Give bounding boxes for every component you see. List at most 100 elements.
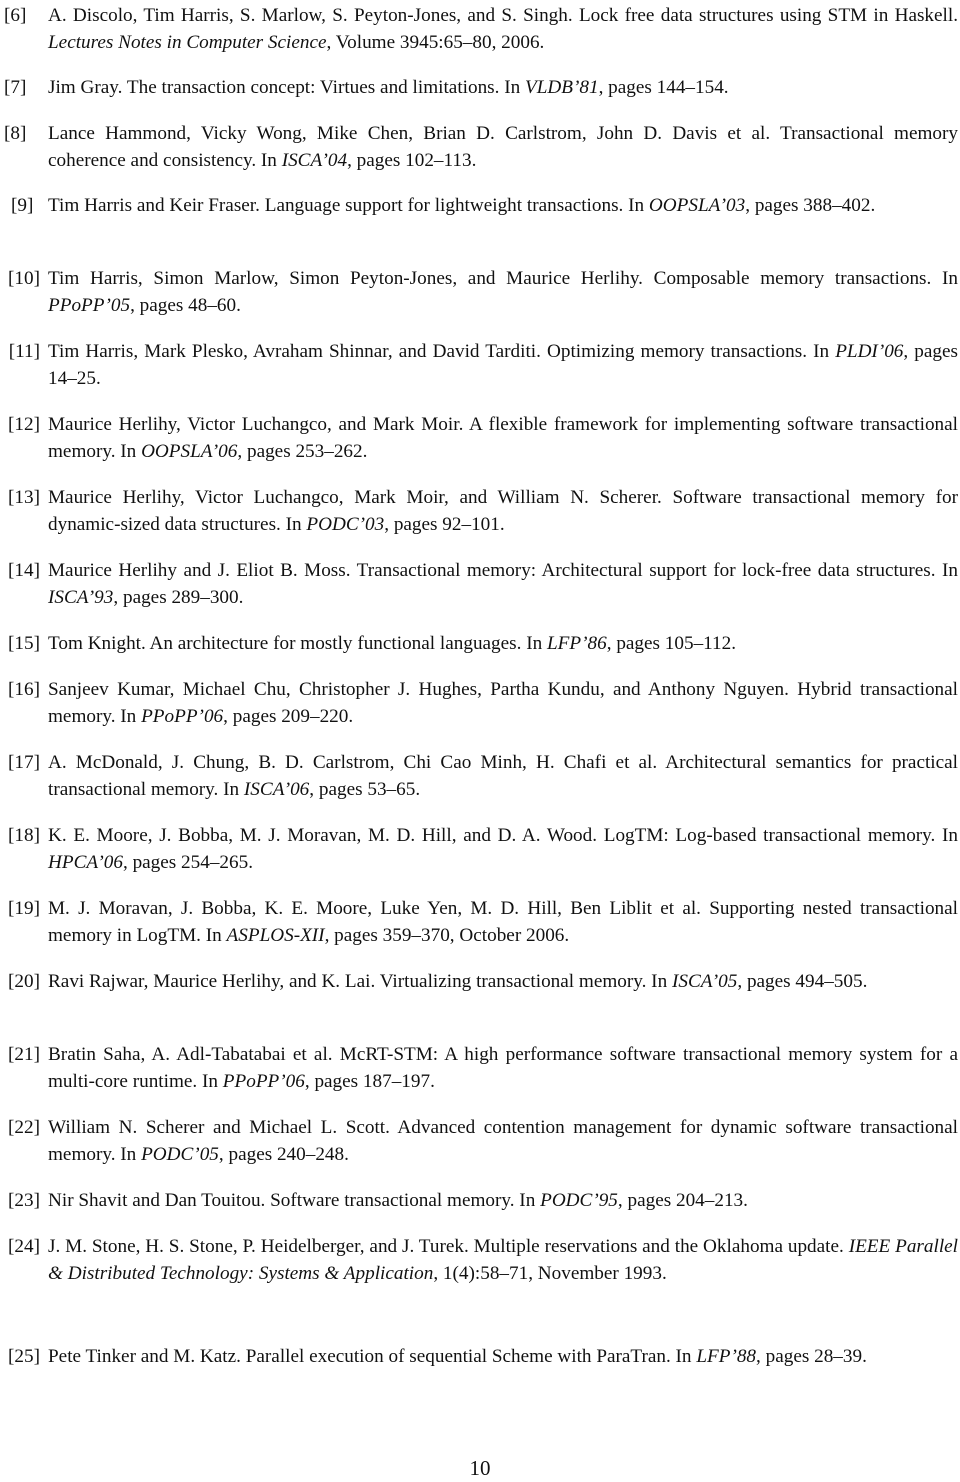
reference-8: [8] Lance Hammond, Vicky Wong, Mike Chen… [0, 120, 960, 174]
reference-authors-title: Nir Shavit and Dan Touitou. Software tra… [48, 1190, 541, 1211]
reference-text: Tom Knight. An architecture for mostly f… [48, 630, 958, 657]
reference-details: , pages 48–60. [130, 295, 241, 316]
reference-authors-title: K. E. Moore, J. Bobba, M. J. Moravan, M.… [48, 825, 958, 846]
reference-authors-title: Tim Harris and Keir Fraser. Language sup… [48, 195, 649, 216]
reference-venue: Lectures Notes in Computer Science [48, 32, 327, 53]
reference-venue: ASPLOS-XII [226, 925, 325, 946]
reference-number: [14] [8, 560, 40, 581]
reference-authors-title: A. Discolo, Tim Harris, S. Marlow, S. Pe… [48, 5, 958, 26]
reference-authors-title: Bratin Saha, A. Adl-Tabatabai et al. McR… [48, 1044, 958, 1092]
reference-number: [21] [8, 1044, 40, 1065]
reference-venue: PODC’03 [306, 514, 385, 535]
reference-details: , pages 359–370, October 2006. [324, 925, 570, 946]
reference-number: [11] [8, 341, 40, 362]
reference-venue: LFP’86 [547, 633, 607, 654]
reference-number: [12] [8, 414, 40, 435]
reference-number: [16] [8, 679, 40, 700]
reference-19: [19] M. J. Moravan, J. Bobba, K. E. Moor… [0, 895, 960, 949]
reference-25: [25] Pete Tinker and M. Katz. Parallel e… [0, 1340, 960, 1373]
reference-10: [10] Tim Harris, Simon Marlow, Simon Pey… [0, 265, 960, 319]
reference-authors-title: Lance Hammond, Vicky Wong, Mike Chen, Br… [48, 123, 958, 171]
reference-authors-title: Pete Tinker and M. Katz. Parallel execut… [48, 1346, 697, 1367]
reference-venue: VLDB’81 [525, 77, 599, 98]
reference-venue: LFP’88 [696, 1346, 757, 1367]
reference-text: M. J. Moravan, J. Bobba, K. E. Moore, Lu… [48, 895, 958, 949]
reference-7: [7] Jim Gray. The transaction concept: V… [0, 74, 960, 101]
reference-23: [23] Nir Shavit and Dan Touitou. Softwar… [0, 1187, 960, 1214]
reference-details: , pages 92–101. [384, 514, 505, 535]
reference-text: Tim Harris, Mark Plesko, Avraham Shinnar… [48, 338, 958, 392]
reference-6: [6] A. Discolo, Tim Harris, S. Marlow, S… [0, 2, 960, 56]
reference-authors-title: Ravi Rajwar, Maurice Herlihy, and K. Lai… [48, 971, 672, 992]
reference-venue: OOPSLA’06 [141, 441, 238, 462]
reference-details: , pages 102–113. [347, 150, 477, 171]
reference-11: [11] Tim Harris, Mark Plesko, Avraham Sh… [0, 338, 960, 392]
page-number: 10 [469, 1456, 491, 1480]
reference-details: , pages 240–248. [218, 1144, 349, 1165]
reference-venue: ISCA’93 [48, 587, 114, 608]
reference-text: Bratin Saha, A. Adl-Tabatabai et al. McR… [48, 1041, 958, 1095]
reference-text: Tim Harris, Simon Marlow, Simon Peyton-J… [48, 265, 958, 319]
reference-number: [20] [8, 971, 40, 992]
reference-venue: PPoPP’05 [48, 295, 131, 316]
reference-authors-title: Tim Harris, Mark Plesko, Avraham Shinnar… [48, 341, 836, 362]
reference-number: [23] [8, 1190, 40, 1211]
reference-9: [9] Tim Harris and Keir Fraser. Language… [0, 192, 960, 219]
reference-details: , pages 28–39. [756, 1346, 867, 1367]
reference-text: Maurice Herlihy and J. Eliot B. Moss. Tr… [48, 557, 958, 611]
reference-22: [22] William N. Scherer and Michael L. S… [0, 1114, 960, 1168]
reference-venue: OOPSLA’03 [648, 195, 746, 216]
reference-number: [10] [8, 268, 40, 289]
reference-text: Pete Tinker and M. Katz. Parallel execut… [48, 1340, 958, 1373]
reference-number: [13] [8, 487, 40, 508]
reference-details: , pages 187–197. [304, 1071, 435, 1092]
reference-venue: PODC’95 [540, 1190, 618, 1211]
reference-12: [12] Maurice Herlihy, Victor Luchangco, … [0, 411, 960, 465]
reference-details: , 1(4):58–71, November 1993. [433, 1263, 667, 1284]
reference-details: , pages 105–112. [606, 633, 737, 654]
reference-details: , pages 144–154. [598, 77, 729, 98]
reference-text: Sanjeev Kumar, Michael Chu, Christopher … [48, 676, 958, 730]
reference-number: [19] [8, 898, 40, 919]
reference-text: Ravi Rajwar, Maurice Herlihy, and K. Lai… [48, 968, 958, 995]
reference-text: K. E. Moore, J. Bobba, M. J. Moravan, M.… [48, 822, 958, 876]
reference-number: [9] [11, 195, 34, 216]
reference-text: Tim Harris and Keir Fraser. Language sup… [48, 192, 958, 219]
reference-authors-title: A. McDonald, J. Chung, B. D. Carlstrom, … [48, 752, 958, 800]
reference-number: [24] [8, 1236, 40, 1257]
reference-venue: PPoPP’06 [141, 706, 224, 727]
reference-venue: PPoPP’06 [222, 1071, 305, 1092]
reference-number: [18] [8, 825, 40, 846]
reference-authors-title: Jim Gray. The transaction concept: Virtu… [48, 77, 526, 98]
reference-15: [15] Tom Knight. An architecture for mos… [0, 630, 960, 657]
reference-details: , pages 289–300. [113, 587, 244, 608]
reference-text: J. M. Stone, H. S. Stone, P. Heidelberge… [48, 1233, 958, 1287]
reference-text: Maurice Herlihy, Victor Luchangco, and M… [48, 411, 958, 465]
reference-venue: ISCA’04 [281, 150, 348, 171]
reference-details: , pages 53–65. [309, 779, 421, 800]
reference-24: [24] J. M. Stone, H. S. Stone, P. Heidel… [0, 1233, 960, 1287]
reference-authors-title: Maurice Herlihy and J. Eliot B. Moss. Tr… [48, 560, 958, 581]
reference-details: , pages 388–402. [745, 195, 876, 216]
reference-venue: PLDI’06 [835, 341, 904, 362]
reference-text: Lance Hammond, Vicky Wong, Mike Chen, Br… [48, 120, 958, 174]
reference-number: [15] [8, 633, 40, 654]
reference-13: [13] Maurice Herlihy, Victor Luchangco, … [0, 484, 960, 538]
reference-number: [6] [4, 5, 27, 26]
reference-details: , pages 494–505. [737, 971, 868, 992]
reference-venue: HPCA’06 [48, 852, 123, 873]
reference-text: William N. Scherer and Michael L. Scott.… [48, 1114, 958, 1168]
reference-17: [17] A. McDonald, J. Chung, B. D. Carlst… [0, 749, 960, 803]
reference-20: [20] Ravi Rajwar, Maurice Herlihy, and K… [0, 968, 960, 995]
reference-text: Jim Gray. The transaction concept: Virtu… [48, 74, 958, 101]
reference-number: [7] [4, 77, 27, 98]
reference-number: [8] [4, 123, 27, 144]
reference-18: [18] K. E. Moore, J. Bobba, M. J. Morava… [0, 822, 960, 876]
reference-details: , Volume 3945:65–80, 2006. [326, 32, 545, 53]
reference-details: , pages 254–265. [122, 852, 253, 873]
reference-21: [21] Bratin Saha, A. Adl-Tabatabai et al… [0, 1041, 960, 1095]
reference-text: Nir Shavit and Dan Touitou. Software tra… [48, 1187, 958, 1214]
reference-number: [25] [8, 1346, 40, 1367]
reference-details: , pages 253–262. [237, 441, 368, 462]
reference-number: [17] [8, 752, 40, 773]
